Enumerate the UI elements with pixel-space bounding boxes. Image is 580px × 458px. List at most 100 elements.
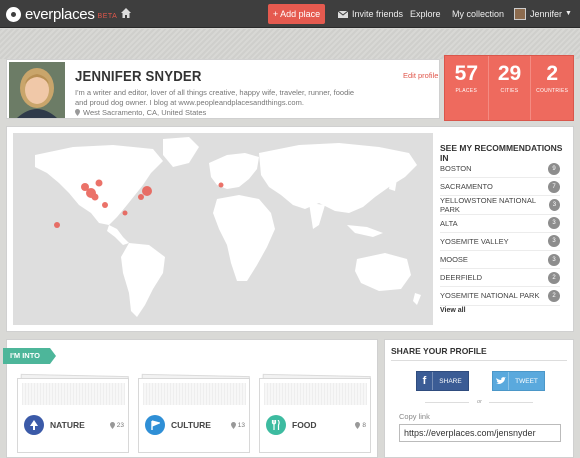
interest-label: NATURE [50, 420, 85, 430]
rec-city: SACRAMENTO [440, 182, 493, 192]
profile-photo [9, 62, 65, 118]
rec-city: DEERFIELD [440, 273, 483, 283]
profile-link-field[interactable] [399, 424, 561, 442]
location-pin-icon [230, 421, 236, 429]
utensils-icon [266, 415, 286, 435]
profile-bio: I'm a writer and editor, lover of all th… [75, 88, 355, 107]
list-item[interactable]: BOSTON 9 [440, 160, 560, 179]
beta-badge: BETA [97, 13, 118, 20]
chevron-down-icon: ▼ [565, 10, 572, 17]
profile-location: West Sacramento, CA, United States [75, 108, 206, 117]
location-text: West Sacramento, CA, United States [83, 108, 207, 117]
interest-row: NATURE 23 [24, 412, 124, 438]
rec-count-badge: 7 [548, 180, 560, 193]
copy-link-label: Copy link [399, 412, 430, 421]
list-item[interactable]: MOOSE 3 [440, 251, 560, 270]
rec-city: YOSEMITE NATIONAL PARK [440, 291, 540, 301]
interest-card-nature[interactable]: NATURE 23 [17, 373, 129, 453]
world-map-graphic [13, 133, 433, 325]
interest-count-value: 13 [237, 421, 245, 429]
card-pattern [143, 383, 246, 405]
divider [489, 402, 533, 403]
top-navigation-bar: everplaces BETA + Add place Invite frien… [0, 0, 580, 28]
profile-card: JENNIFER SNYDER I'm a writer and editor,… [6, 59, 440, 119]
list-item[interactable]: ALTA 3 [440, 215, 560, 233]
interest-card-food[interactable]: FOOD 8 [259, 373, 371, 453]
interest-count-value: 8 [362, 421, 366, 429]
mail-icon [338, 10, 348, 18]
user-name: Jennifer [530, 9, 563, 19]
everplaces-logo[interactable]: everplaces BETA [6, 5, 117, 23]
twitter-tweet-button[interactable]: TWEET [492, 371, 545, 391]
interest-count: 8 [355, 421, 366, 429]
profile-name: JENNIFER SNYDER [75, 68, 202, 85]
user-menu[interactable]: Jennifer ▼ [514, 0, 572, 28]
list-item[interactable]: SACRAMENTO 7 [440, 178, 560, 197]
stat-value: 29 [497, 62, 522, 85]
divider [391, 360, 567, 361]
logo-pin-icon [6, 6, 21, 22]
card-pattern [264, 383, 367, 405]
invite-friends-label: Invite friends [352, 9, 404, 19]
profile-stats: 57 PLACES 29 CITIES 2 COUNTRIES [444, 55, 574, 121]
divider [425, 402, 469, 403]
interest-card: FOOD 8 [259, 378, 371, 453]
or-separator: or [477, 399, 482, 405]
interest-row: CULTURE 13 [145, 412, 245, 438]
share-title: SHARE YOUR PROFILE [391, 346, 487, 356]
interest-row: FOOD 8 [266, 412, 366, 438]
twitter-tweet-label: TWEET [515, 377, 538, 385]
location-pin-icon [75, 109, 80, 116]
interests-panel: I'M INTO NATURE 23 CULTURE 13 FOOD 8 [3, 339, 378, 458]
interest-count-value: 23 [116, 421, 124, 429]
recommendations-list: BOSTON 9 SACRAMENTO 7 YELLOWSTONE NATIONAL… [440, 160, 560, 306]
flag-icon [145, 415, 165, 435]
logo-text: everplaces [25, 5, 95, 23]
interest-count: 13 [230, 421, 245, 429]
rec-count-badge: 3 [548, 253, 560, 266]
avatar [514, 8, 526, 20]
rec-count-badge: 9 [548, 162, 560, 175]
interest-card: NATURE 23 [17, 378, 129, 453]
rec-city: YELLOWSTONE NATIONAL PARK [440, 195, 536, 214]
list-item[interactable]: YOSEMITE NATIONAL PARK 2 [440, 287, 560, 306]
edit-profile-link[interactable]: Edit profile [403, 71, 438, 80]
stat-cities[interactable]: 29 CITIES [487, 56, 531, 120]
rec-count-badge: 3 [548, 217, 560, 230]
rec-city: BOSTON [440, 164, 472, 174]
stat-value: 2 [546, 62, 558, 85]
list-item[interactable]: YELLOWSTONE NATIONAL PARK 3 [440, 195, 560, 215]
home-icon[interactable] [120, 7, 132, 19]
twitter-bird-icon [493, 372, 509, 390]
list-item[interactable]: DEERFIELD 2 [440, 269, 560, 288]
card-pattern [22, 383, 125, 405]
rec-count-badge: 2 [548, 289, 560, 302]
rec-city: YOSEMITE VALLEY [440, 236, 509, 246]
rec-count-badge: 3 [548, 235, 560, 248]
interests-tag: I'M INTO [3, 348, 56, 364]
stat-value: 57 [454, 62, 478, 85]
rec-count-badge: 3 [548, 198, 560, 211]
facebook-share-label: SHARE [439, 377, 462, 385]
rec-city: MOOSE [440, 255, 468, 265]
explore-link[interactable]: Explore [410, 0, 441, 28]
interest-count: 23 [109, 421, 124, 429]
location-pin-icon [355, 421, 361, 429]
world-map[interactable] [13, 133, 433, 325]
stat-label: PLACES [455, 88, 478, 94]
map-panel: SEE MY RECOMMENDATIONS IN BOSTON 9 SACRAM… [6, 126, 574, 332]
interest-card-culture[interactable]: CULTURE 13 [138, 373, 250, 453]
view-all-link[interactable]: View all [440, 307, 466, 314]
invite-friends-link[interactable]: Invite friends [338, 0, 403, 28]
add-place-button[interactable]: + Add place [268, 4, 325, 24]
interest-label: FOOD [292, 420, 317, 430]
interest-card: CULTURE 13 [138, 378, 250, 453]
facebook-share-button[interactable]: f SHARE [416, 371, 469, 391]
stat-label: COUNTRIES [536, 88, 569, 94]
location-pin-icon [109, 421, 115, 429]
my-collection-link[interactable]: My collection [452, 0, 504, 28]
list-item[interactable]: YOSEMITE VALLEY 3 [440, 233, 560, 251]
interest-label: CULTURE [171, 420, 211, 430]
stat-places[interactable]: 57 PLACES [445, 56, 488, 120]
stat-countries[interactable]: 2 COUNTRIES [530, 56, 573, 120]
